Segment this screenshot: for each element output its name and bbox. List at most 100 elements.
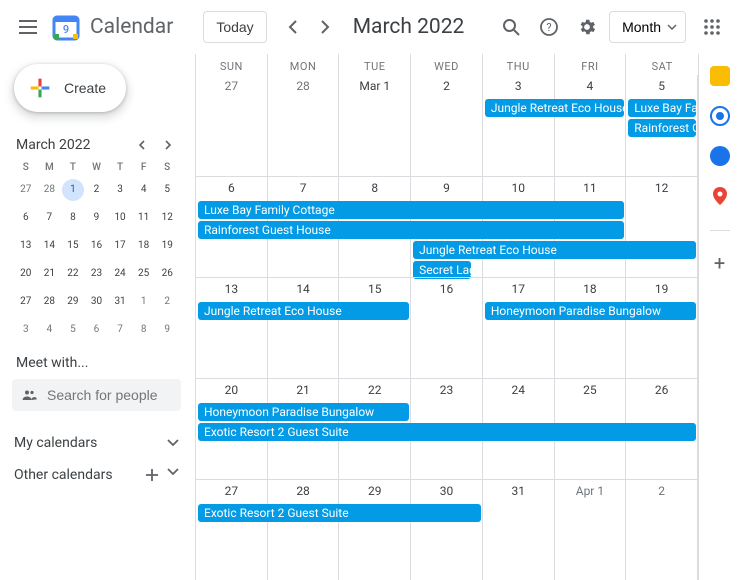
mini-day[interactable]: 28: [38, 179, 60, 201]
next-month-button[interactable]: [309, 11, 341, 43]
contacts-icon[interactable]: [710, 146, 730, 166]
search-button[interactable]: [495, 11, 527, 43]
mini-day[interactable]: 6: [15, 207, 37, 229]
dow-header: SAT: [626, 54, 698, 75]
mini-prev-button[interactable]: [131, 134, 153, 156]
mini-day[interactable]: 26: [156, 263, 178, 285]
mini-day[interactable]: 10: [109, 207, 131, 229]
mini-day[interactable]: 17: [109, 235, 131, 257]
day-number: Mar 1: [339, 75, 410, 93]
mini-day[interactable]: 2: [156, 291, 178, 313]
calendar-event[interactable]: Rainforest G: [628, 119, 696, 137]
sidebar: Create March 2022 SMTWTFS272812345678910…: [0, 54, 195, 580]
day-number: 11: [555, 177, 626, 195]
mini-day[interactable]: 4: [38, 319, 60, 341]
prev-month-button[interactable]: [277, 11, 309, 43]
mini-day[interactable]: 18: [133, 235, 155, 257]
mini-day[interactable]: 11: [133, 207, 155, 229]
mini-dow-label: S: [155, 162, 179, 173]
mini-day[interactable]: 20: [15, 263, 37, 285]
day-number: 8: [339, 177, 410, 195]
calendar-event[interactable]: Luxe Bay Far: [628, 99, 696, 117]
chevron-down-icon: [167, 468, 179, 476]
calendar-event[interactable]: Jungle Retreat Eco House: [413, 241, 696, 259]
mini-day[interactable]: 8: [62, 207, 84, 229]
day-number: 9: [411, 177, 482, 195]
mini-day[interactable]: 16: [85, 235, 107, 257]
day-number: 27: [196, 480, 267, 498]
day-number: 22: [339, 379, 410, 397]
maps-icon[interactable]: [710, 186, 730, 206]
week-row: 20212223242526Honeymoon Paradise Bungalo…: [196, 378, 698, 479]
mini-day[interactable]: 22: [62, 263, 84, 285]
menu-button[interactable]: [8, 7, 48, 47]
mini-dow-label: T: [61, 162, 85, 173]
mini-day[interactable]: 28: [38, 291, 60, 313]
search-people-field[interactable]: [12, 379, 181, 411]
calendar-event[interactable]: Luxe Bay Family Cottage: [198, 201, 624, 219]
addons-button[interactable]: +: [714, 251, 725, 275]
calendar-event[interactable]: Honeymoon Paradise Bungalow: [485, 302, 696, 320]
svg-text:9: 9: [63, 23, 69, 36]
day-number: 20: [196, 379, 267, 397]
mini-next-button[interactable]: [157, 134, 179, 156]
mini-day[interactable]: 3: [109, 179, 131, 201]
today-button[interactable]: Today: [203, 11, 266, 43]
mini-day[interactable]: 6: [85, 319, 107, 341]
day-number: 2: [626, 480, 697, 498]
mini-day[interactable]: 8: [133, 319, 155, 341]
keep-icon[interactable]: [710, 66, 730, 86]
google-apps-button[interactable]: [692, 7, 732, 47]
mini-day[interactable]: 9: [156, 319, 178, 341]
tasks-icon[interactable]: [710, 106, 730, 126]
mini-day[interactable]: 4: [133, 179, 155, 201]
mini-day[interactable]: 31: [109, 291, 131, 313]
plus-icon[interactable]: [145, 468, 159, 482]
day-number: 27: [196, 75, 267, 93]
calendar-event[interactable]: Honeymoon Paradise Bungalow: [198, 403, 409, 421]
mini-day[interactable]: 24: [109, 263, 131, 285]
mini-day[interactable]: 27: [15, 291, 37, 313]
mini-day[interactable]: 3: [15, 319, 37, 341]
mini-day[interactable]: 14: [38, 235, 60, 257]
day-number: Apr 1: [555, 480, 626, 498]
mini-calendar: SMTWTFS272812345678910111213141516171819…: [14, 162, 179, 341]
mini-day[interactable]: 12: [156, 207, 178, 229]
mini-day[interactable]: 30: [85, 291, 107, 313]
events-layer: Exotic Resort 2 Guest Suite: [196, 504, 698, 578]
day-number: 5: [626, 75, 697, 93]
mini-day[interactable]: 27: [15, 179, 37, 201]
settings-button[interactable]: [571, 11, 603, 43]
calendar-event[interactable]: Exotic Resort 2 Guest Suite: [198, 504, 481, 522]
calendar-logo: 9: [48, 9, 84, 45]
mini-day[interactable]: 5: [62, 319, 84, 341]
day-number: 17: [483, 278, 554, 296]
day-number: 14: [268, 278, 339, 296]
mini-day[interactable]: 7: [109, 319, 131, 341]
search-people-input[interactable]: [47, 387, 171, 403]
mini-day[interactable]: 5: [156, 179, 178, 201]
calendar-event[interactable]: Exotic Resort 2 Guest Suite: [198, 423, 696, 441]
help-button[interactable]: ?: [533, 11, 565, 43]
mini-day[interactable]: 1: [62, 179, 84, 201]
mini-day[interactable]: 13: [15, 235, 37, 257]
calendar-event[interactable]: Jungle Retreat Eco House: [198, 302, 409, 320]
view-selector[interactable]: Month: [609, 11, 686, 43]
day-number: 2: [411, 75, 482, 93]
mini-day[interactable]: 23: [85, 263, 107, 285]
my-calendars-toggle[interactable]: My calendars: [12, 427, 181, 459]
calendar-event[interactable]: Rainforest Guest House: [198, 221, 624, 239]
mini-day[interactable]: 15: [62, 235, 84, 257]
mini-day[interactable]: 1: [133, 291, 155, 313]
mini-day[interactable]: 19: [156, 235, 178, 257]
calendar-event[interactable]: Jungle Retreat Eco House: [485, 99, 624, 117]
mini-day[interactable]: 29: [62, 291, 84, 313]
mini-day[interactable]: 25: [133, 263, 155, 285]
mini-day[interactable]: 21: [38, 263, 60, 285]
mini-day[interactable]: 7: [38, 207, 60, 229]
chevron-right-icon: [320, 20, 330, 34]
mini-day[interactable]: 2: [85, 179, 107, 201]
other-calendars-toggle[interactable]: Other calendars: [12, 459, 181, 491]
mini-day[interactable]: 9: [85, 207, 107, 229]
create-button[interactable]: Create: [14, 64, 126, 112]
